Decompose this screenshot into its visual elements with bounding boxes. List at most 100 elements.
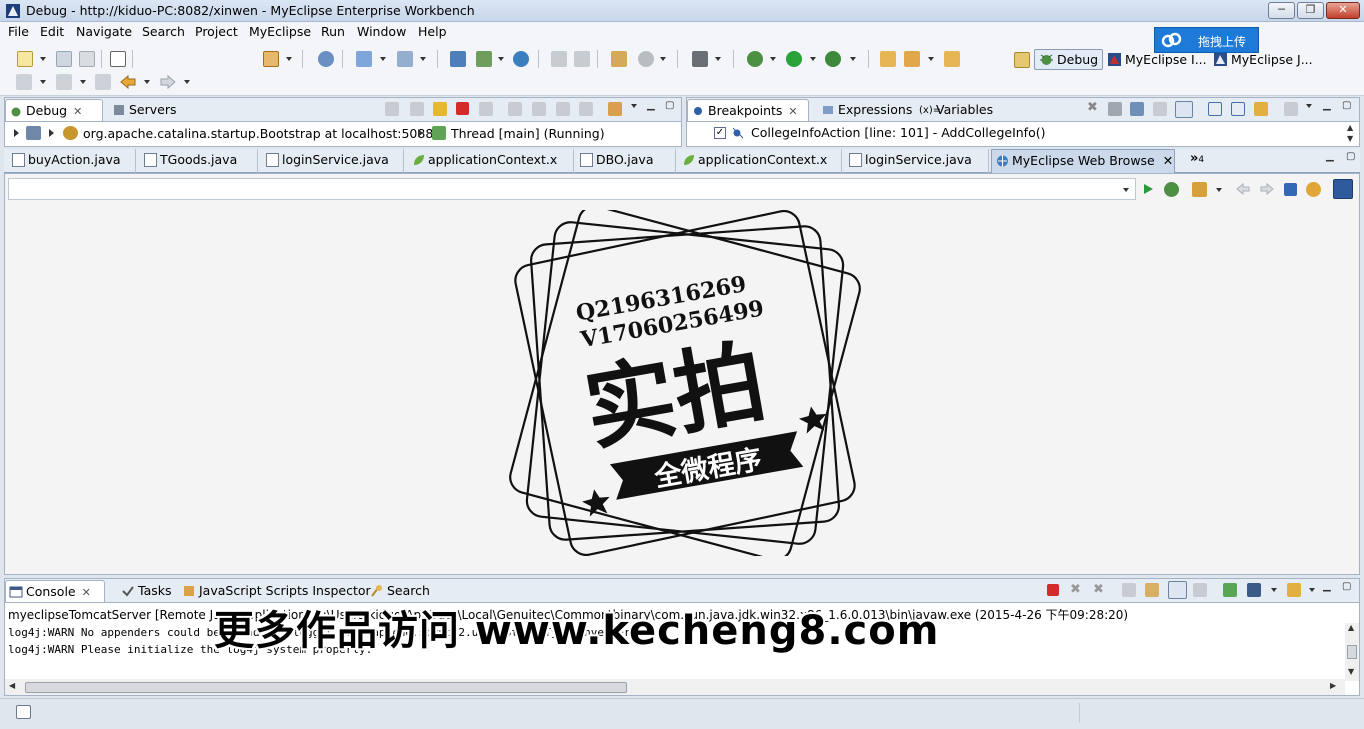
minimize-button[interactable]: ─ — [1268, 2, 1295, 19]
back-icon[interactable] — [1235, 182, 1251, 196]
chevron-down-icon[interactable] — [40, 57, 46, 61]
maximize-view-icon[interactable]: ▢ — [1342, 581, 1351, 592]
step-into-icon[interactable] — [508, 102, 522, 116]
binary-icon[interactable] — [110, 51, 126, 67]
editor-tab-tgoods[interactable]: TGoods.java — [140, 149, 258, 173]
pin-console-icon[interactable] — [1223, 583, 1237, 597]
close-tab-icon[interactable]: ✕ — [1163, 153, 1173, 168]
show-on-output-icon[interactable] — [1168, 581, 1187, 599]
new-project-icon[interactable] — [263, 51, 279, 67]
editor-tab-applicationcontext-2[interactable]: applicationContext.x — [678, 149, 842, 173]
tab-expressions[interactable]: Expressions — [818, 99, 916, 121]
next-annotation-icon[interactable] — [16, 74, 32, 90]
menu-run[interactable]: Run — [321, 24, 345, 39]
prev-annotation-icon[interactable] — [56, 74, 72, 90]
vertical-scrollbar[interactable]: ▲ ▼ — [1345, 623, 1359, 681]
chevron-down-icon[interactable] — [1216, 188, 1222, 192]
minimize-view-icon[interactable]: ▁ — [647, 100, 655, 111]
open-resource-icon[interactable] — [574, 51, 590, 67]
breakpoint-checkbox[interactable]: ✓ — [714, 127, 726, 139]
skip-breakpoints-icon[interactable] — [1175, 101, 1193, 118]
disconnect-icon[interactable] — [479, 102, 493, 116]
url-history-dropdown-icon[interactable] — [1123, 188, 1129, 192]
scroll-up-icon[interactable]: ▲ — [1348, 623, 1354, 632]
expand-all-icon[interactable] — [1208, 102, 1222, 116]
show-types-icon[interactable] — [1130, 102, 1144, 116]
scroll-up-icon[interactable]: ▲ — [1347, 123, 1353, 132]
suspend-icon[interactable] — [433, 102, 447, 116]
tab-servers[interactable]: Servers — [109, 99, 189, 121]
clear-console-icon[interactable] — [1122, 583, 1136, 597]
refresh-icon[interactable] — [1306, 182, 1321, 197]
browser-launch-icon[interactable] — [476, 51, 492, 67]
tab-variables[interactable]: (x)= Variables — [916, 99, 998, 121]
upload-badge[interactable]: 拖拽上传 — [1154, 27, 1259, 53]
expand-arrow-icon[interactable] — [14, 129, 19, 137]
menu-myeclipse[interactable]: MyEclipse — [249, 24, 311, 39]
remove-terminated-icon[interactable] — [385, 102, 399, 116]
chevron-down-icon[interactable] — [850, 57, 856, 61]
step-filters-icon[interactable] — [608, 102, 622, 116]
close-tab-icon[interactable]: ✕ — [73, 105, 82, 118]
remove-launch-icon[interactable]: ✖ — [1070, 582, 1081, 597]
more-tabs-button[interactable]: »4 — [1190, 151, 1204, 166]
restore-button[interactable]: ❐ — [1297, 2, 1324, 19]
scroll-down-icon[interactable]: ▼ — [1348, 667, 1354, 676]
chevron-down-icon[interactable] — [928, 57, 934, 61]
tab-debug[interactable]: Debug ✕ — [5, 99, 103, 121]
stop-icon[interactable] — [1284, 183, 1297, 196]
scroll-lock-icon[interactable] — [1145, 583, 1159, 597]
remove-all-icon[interactable] — [1108, 102, 1122, 116]
forward-arrow-icon[interactable] — [159, 74, 177, 90]
expand-arrow-icon[interactable] — [418, 129, 423, 137]
minimize-editor-icon[interactable]: ▁ — [1326, 151, 1334, 162]
close-tab-icon[interactable]: ✕ — [82, 586, 91, 599]
expand-arrow-icon[interactable] — [49, 129, 54, 137]
chevron-down-icon[interactable] — [80, 80, 86, 84]
last-edit-icon[interactable] — [95, 74, 111, 90]
tab-tasks[interactable]: Tasks — [118, 580, 180, 602]
chevron-down-icon[interactable] — [1271, 588, 1277, 592]
chevron-down-icon[interactable] — [1309, 588, 1315, 592]
scroll-thumb[interactable] — [25, 682, 627, 693]
chevron-down-icon[interactable] — [498, 57, 504, 61]
chevron-down-icon[interactable] — [380, 57, 386, 61]
chevron-down-icon[interactable] — [420, 57, 426, 61]
scroll-thumb[interactable] — [1347, 645, 1357, 659]
remove-icon[interactable]: ✖ — [1087, 100, 1098, 115]
chevron-down-icon[interactable] — [286, 57, 292, 61]
tab-breakpoints[interactable]: Breakpoints ✕ — [687, 99, 809, 121]
tools-icon[interactable] — [1192, 182, 1207, 197]
globe-icon[interactable] — [513, 51, 529, 67]
step-over-icon[interactable] — [532, 102, 546, 116]
close-window-button[interactable]: ✕ — [1326, 2, 1360, 19]
editor-tab-loginservice[interactable]: loginService.java — [262, 149, 404, 173]
run-server-icon[interactable] — [397, 51, 413, 67]
show-on-error-icon[interactable] — [1193, 583, 1207, 597]
tab-console[interactable]: Console ✕ — [5, 580, 105, 602]
go-to-file-icon[interactable] — [1153, 102, 1167, 116]
chevron-down-icon[interactable] — [660, 57, 666, 61]
save-icon[interactable] — [56, 51, 72, 67]
terminate-icon[interactable] — [1047, 584, 1059, 596]
run-icon[interactable] — [786, 51, 802, 67]
monitor-icon[interactable] — [692, 51, 708, 67]
scroll-right-icon[interactable]: ▶ — [1330, 681, 1336, 690]
chevron-down-icon[interactable] — [715, 57, 721, 61]
menu-project[interactable]: Project — [195, 24, 238, 39]
print-icon[interactable] — [79, 51, 95, 67]
scroll-down-icon[interactable]: ▼ — [1347, 134, 1353, 143]
menu-window[interactable]: Window — [357, 24, 406, 39]
maximize-editor-icon[interactable]: ▢ — [1346, 151, 1355, 162]
open-perspective-icon[interactable] — [1014, 52, 1030, 68]
external-tools-icon[interactable] — [825, 51, 841, 67]
remove-all-terminated-icon[interactable]: ✖ — [1093, 582, 1104, 597]
editor-tab-applicationcontext[interactable]: applicationContext.x — [408, 149, 574, 173]
server-icon[interactable] — [318, 51, 334, 67]
fast-view-icon[interactable] — [16, 705, 31, 719]
browser-settings-icon[interactable] — [1333, 179, 1353, 199]
resume-icon[interactable] — [410, 102, 424, 116]
debug-page-icon[interactable] — [1164, 182, 1179, 197]
view-menu-icon[interactable] — [631, 104, 637, 108]
chevron-down-icon[interactable] — [40, 80, 46, 84]
